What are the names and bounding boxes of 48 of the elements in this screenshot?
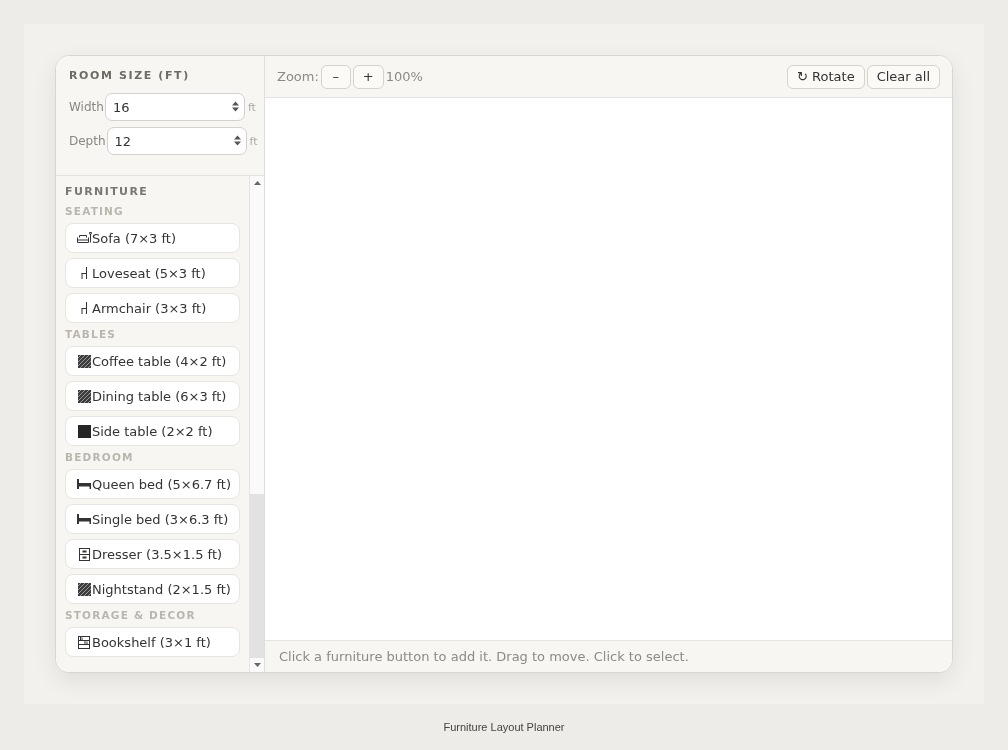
zoom-level: 100% — [385, 69, 423, 84]
zoom-label: Zoom: — [277, 69, 319, 84]
clear-all-button[interactable]: Clear all — [866, 64, 940, 89]
app-caption: Furniture Layout Planner — [443, 721, 565, 733]
group-heading: SEATING — [65, 205, 125, 218]
field-label: Depth — [69, 134, 106, 148]
hatched-square-icon — [77, 389, 91, 403]
bed-icon — [77, 479, 91, 489]
zoom-in-button[interactable]: + — [352, 64, 384, 89]
cabinet-icon — [78, 547, 90, 561]
spinner-icon[interactable] — [233, 135, 241, 146]
furniture-button[interactable]: Loveseat (5×3 ft) — [65, 258, 240, 288]
scroll-down-icon[interactable] — [253, 663, 261, 667]
status-text: Click a furniture button to add it. Drag to move. Click to select. — [279, 649, 689, 664]
furniture-button[interactable]: Side table (2×2 ft) — [65, 416, 240, 446]
number-field[interactable]: 16 — [104, 93, 245, 121]
spinner-icon[interactable] — [231, 101, 239, 112]
furniture-button[interactable]: Single bed (3×6.3 ft) — [65, 504, 240, 534]
rotate-button[interactable]: ↻ Rotate — [787, 64, 865, 89]
furniture-button[interactable]: Queen bed (5×6.7 ft) — [65, 469, 240, 499]
section-title: FURNITURE — [65, 185, 150, 199]
unit-label: ft — [247, 100, 256, 114]
furniture-button[interactable]: Dresser (3.5×1.5 ft) — [65, 539, 240, 569]
hatched-square-icon — [77, 354, 91, 368]
group-heading: BEDROOM — [65, 451, 135, 464]
unit-label: ft — [249, 134, 258, 148]
section-title: ROOM SIZE (FT) — [69, 69, 191, 83]
group-heading: STORAGE & DECOR — [65, 609, 197, 622]
scrollbar-thumb[interactable] — [250, 494, 264, 658]
zoom-out-button[interactable]: – — [320, 64, 351, 89]
sofa-icon — [76, 232, 92, 244]
chair-icon — [80, 267, 88, 279]
scroll-up-icon[interactable] — [253, 181, 261, 185]
furniture-button[interactable]: Coffee table (4×2 ft) — [65, 346, 240, 376]
bookshelf-icon — [78, 635, 90, 649]
field-label: Width — [69, 100, 104, 114]
chair-icon — [80, 302, 88, 314]
square-icon — [77, 424, 91, 438]
furniture-button[interactable]: Armchair (3×3 ft) — [65, 293, 240, 323]
furniture-button[interactable]: Bookshelf (3×1 ft) — [65, 627, 240, 657]
furniture-button[interactable]: Nightstand (2×1.5 ft) — [65, 574, 240, 604]
hatched-square-icon — [77, 582, 91, 596]
bed-icon — [77, 514, 91, 524]
group-heading: TABLES — [65, 328, 118, 341]
furniture-button[interactable]: Sofa (7×3 ft) — [65, 223, 240, 253]
number-field[interactable]: 12 — [106, 127, 247, 155]
furniture-button[interactable]: Dining table (6×3 ft) — [65, 381, 240, 411]
scrollbar[interactable] — [249, 176, 264, 672]
